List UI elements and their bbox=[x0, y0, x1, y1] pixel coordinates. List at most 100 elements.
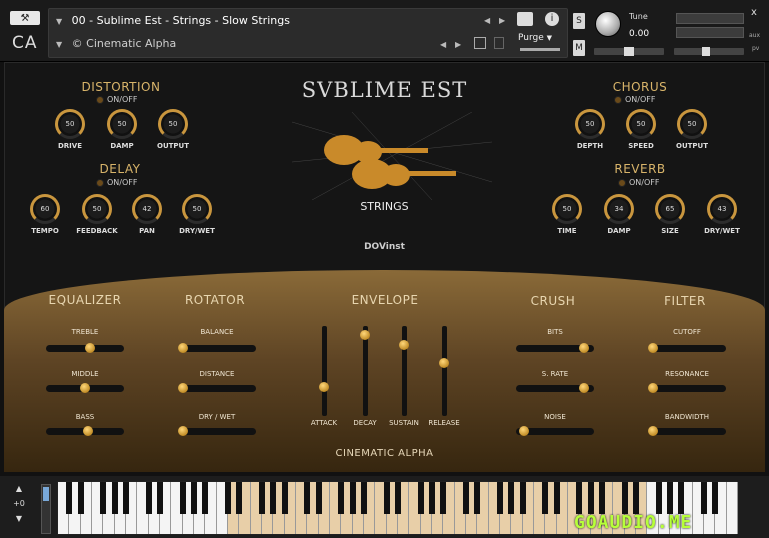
slider-thumb[interactable] bbox=[519, 426, 530, 436]
drive-knob[interactable]: 50 bbox=[55, 109, 85, 139]
black-key[interactable] bbox=[123, 482, 129, 514]
octave-control[interactable]: ▲ +0 ▼ bbox=[6, 484, 32, 532]
black-key[interactable] bbox=[621, 482, 628, 514]
black-key[interactable] bbox=[587, 482, 594, 514]
pv-label[interactable]: pv bbox=[752, 45, 759, 52]
black-key[interactable] bbox=[440, 482, 447, 514]
octave-up-icon[interactable]: ▲ bbox=[6, 484, 32, 493]
black-key[interactable] bbox=[259, 482, 265, 514]
black-key[interactable] bbox=[417, 482, 424, 514]
black-key[interactable] bbox=[179, 482, 186, 514]
reverb-damp-knob[interactable]: 34 bbox=[604, 194, 634, 224]
feedback-knob[interactable]: 50 bbox=[82, 194, 112, 224]
black-key[interactable] bbox=[701, 482, 707, 514]
camera-icon[interactable] bbox=[517, 12, 533, 26]
prev-instrument-icon[interactable]: ◀ bbox=[484, 16, 490, 25]
reverb-onoff[interactable]: ON/OFF bbox=[618, 178, 659, 187]
black-key[interactable] bbox=[383, 482, 390, 514]
speed-knob[interactable]: 50 bbox=[626, 109, 656, 139]
crush-noise-slider[interactable] bbox=[516, 426, 594, 436]
slider-thumb[interactable] bbox=[178, 383, 188, 393]
black-key[interactable] bbox=[508, 482, 515, 514]
rotator-balance-slider[interactable] bbox=[178, 343, 256, 353]
envelope-decay-slider[interactable] bbox=[360, 326, 370, 416]
eq-middle-slider[interactable] bbox=[46, 383, 124, 393]
black-key[interactable] bbox=[304, 482, 311, 514]
mute-button[interactable]: M bbox=[573, 40, 585, 56]
black-key[interactable] bbox=[225, 482, 231, 514]
pan-slider[interactable] bbox=[594, 47, 664, 56]
tempo-knob[interactable]: 60 bbox=[30, 194, 60, 224]
black-key[interactable] bbox=[678, 482, 685, 514]
size-knob[interactable]: 65 bbox=[655, 194, 685, 224]
eq-bass-slider[interactable] bbox=[46, 426, 124, 436]
slider-thumb[interactable] bbox=[319, 382, 329, 392]
black-key[interactable] bbox=[553, 482, 560, 514]
save-icon[interactable] bbox=[474, 37, 486, 49]
slider-thumb[interactable] bbox=[85, 343, 96, 353]
slider-thumb[interactable] bbox=[360, 330, 370, 340]
instrument-dropdown-icon[interactable]: ▼ bbox=[56, 17, 62, 26]
chorus-output-knob[interactable]: 50 bbox=[677, 109, 707, 139]
filter-cutoff-slider[interactable] bbox=[648, 343, 726, 353]
eq-treble-slider[interactable] bbox=[46, 343, 124, 353]
black-key[interactable] bbox=[145, 482, 152, 514]
crush-bits-slider[interactable] bbox=[516, 343, 594, 353]
reverb-drywet-knob[interactable]: 43 bbox=[707, 194, 737, 224]
tune-value[interactable]: 0.00 bbox=[629, 29, 649, 39]
rotator-distance-slider[interactable] bbox=[178, 383, 256, 393]
black-key[interactable] bbox=[395, 482, 401, 514]
black-key[interactable] bbox=[542, 482, 549, 514]
envelope-sustain-slider[interactable] bbox=[399, 326, 409, 416]
slider-thumb[interactable] bbox=[80, 383, 90, 393]
black-key[interactable] bbox=[655, 482, 662, 514]
black-key[interactable] bbox=[463, 482, 469, 514]
library-row[interactable]: ▼ © Cinematic Alpha bbox=[56, 37, 176, 50]
black-key[interactable] bbox=[519, 482, 526, 514]
black-key[interactable] bbox=[429, 482, 435, 514]
white-key[interactable] bbox=[726, 482, 738, 534]
black-key[interactable] bbox=[66, 482, 73, 514]
slider-thumb[interactable] bbox=[578, 383, 589, 393]
black-key[interactable] bbox=[633, 482, 639, 514]
library-dropdown-icon[interactable]: ▼ bbox=[56, 40, 62, 49]
slider-thumb[interactable] bbox=[439, 358, 449, 368]
black-key[interactable] bbox=[111, 482, 118, 514]
slider-thumb[interactable] bbox=[648, 383, 658, 393]
purge-button[interactable]: Purge ▼ bbox=[518, 33, 552, 43]
black-key[interactable] bbox=[315, 482, 322, 514]
chorus-onoff[interactable]: ON/OFF bbox=[614, 95, 655, 104]
volume-slider[interactable] bbox=[674, 47, 744, 56]
solo-button[interactable]: S bbox=[573, 13, 585, 29]
damp-knob[interactable]: 50 bbox=[107, 109, 137, 139]
depth-knob[interactable]: 50 bbox=[575, 109, 605, 139]
slider-thumb[interactable] bbox=[648, 343, 658, 353]
time-knob[interactable]: 50 bbox=[552, 194, 582, 224]
distortion-onoff[interactable]: ON/OFF bbox=[96, 95, 137, 104]
black-key[interactable] bbox=[361, 482, 367, 514]
slider-thumb[interactable] bbox=[578, 343, 589, 353]
black-key[interactable] bbox=[157, 482, 163, 514]
rotator-dry-wet-slider[interactable] bbox=[178, 426, 256, 436]
filter-bandwidth-slider[interactable] bbox=[648, 426, 726, 436]
black-key[interactable] bbox=[349, 482, 356, 514]
envelope-release-slider[interactable] bbox=[439, 326, 449, 416]
black-key[interactable] bbox=[270, 482, 277, 514]
info-icon[interactable]: i bbox=[545, 12, 559, 26]
next-instrument-icon[interactable]: ▶ bbox=[499, 16, 505, 25]
slider-thumb[interactable] bbox=[83, 426, 94, 436]
black-key[interactable] bbox=[202, 482, 209, 514]
black-key[interactable] bbox=[338, 482, 345, 514]
envelope-attack-slider[interactable] bbox=[319, 326, 329, 416]
tune-knob[interactable] bbox=[595, 11, 621, 37]
black-key[interactable] bbox=[100, 482, 107, 514]
next-snapshot-icon[interactable]: ▶ bbox=[455, 40, 461, 49]
slider-thumb[interactable] bbox=[178, 426, 188, 436]
close-icon[interactable]: x bbox=[751, 7, 757, 18]
slider-thumb[interactable] bbox=[178, 343, 188, 353]
mod-wheel[interactable] bbox=[41, 484, 51, 534]
delete-icon[interactable] bbox=[494, 37, 504, 49]
octave-down-icon[interactable]: ▼ bbox=[6, 514, 32, 523]
pan-knob[interactable]: 42 bbox=[132, 194, 162, 224]
black-key[interactable] bbox=[474, 482, 481, 514]
